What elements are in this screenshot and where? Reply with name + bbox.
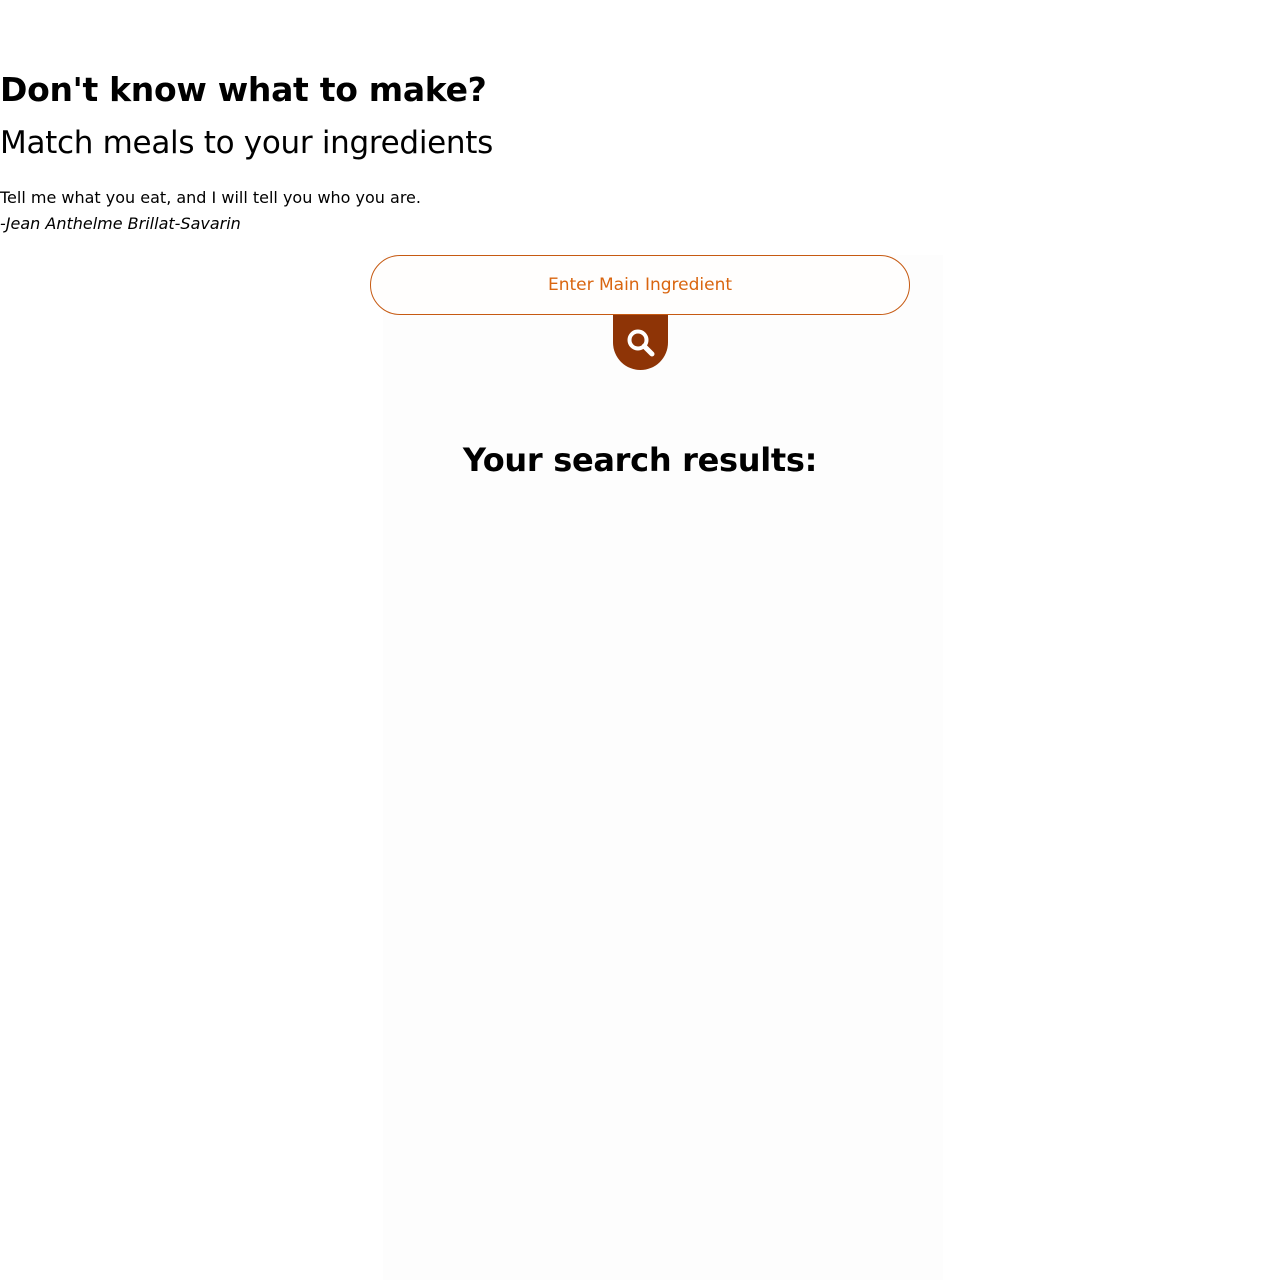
quote-text: Tell me what you eat, and I will tell yo…: [0, 188, 421, 207]
page-title: Don't know what to make?: [0, 70, 487, 109]
page: Don't know what to make? Match meals to …: [0, 0, 1280, 1280]
search-button[interactable]: [613, 315, 668, 370]
ingredient-search-input[interactable]: [370, 255, 910, 315]
page-subtitle: Match meals to your ingredients: [0, 125, 493, 161]
quote-author: -Jean Anthelme Brillat-Savarin: [0, 214, 241, 233]
results-list: [383, 500, 943, 1260]
results-heading: Your search results:: [462, 441, 818, 479]
search-icon: [626, 328, 656, 358]
